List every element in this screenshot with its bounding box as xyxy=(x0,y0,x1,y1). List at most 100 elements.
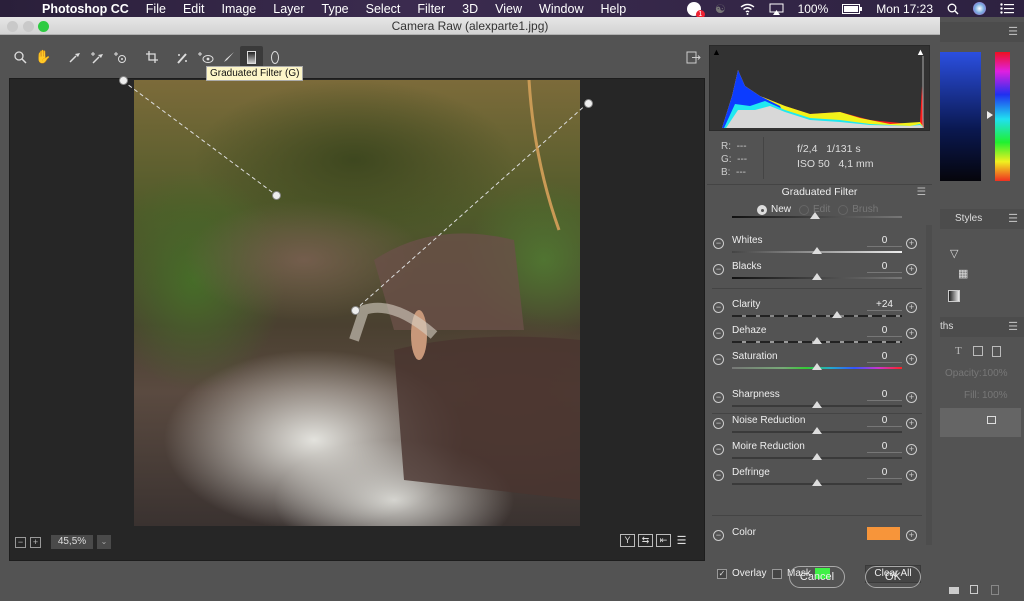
clarity-increase-icon[interactable]: + xyxy=(906,302,917,313)
tab-styles[interactable]: Styles xyxy=(955,213,982,224)
panel-menu-icon[interactable]: ☰ xyxy=(1008,212,1018,225)
color-swatch[interactable] xyxy=(867,527,900,540)
panel-menu-icon[interactable]: ☰ xyxy=(1008,320,1018,333)
defringe-increase-icon[interactable]: + xyxy=(906,470,917,481)
hue-slider[interactable] xyxy=(995,52,1010,181)
spot-removal-tool-icon[interactable] xyxy=(171,46,194,68)
noise-reduction-decrease-icon[interactable]: − xyxy=(713,418,724,429)
mask-checkbox[interactable] xyxy=(772,569,782,579)
zoom-dropdown-chevron-icon[interactable]: ⌄ xyxy=(97,535,111,549)
partial-slider-thumb[interactable] xyxy=(810,212,820,219)
clarity-slider-track[interactable] xyxy=(732,315,902,317)
clarity-decrease-icon[interactable]: − xyxy=(713,302,724,313)
filter-center-handle[interactable] xyxy=(272,191,281,200)
new-group-icon[interactable] xyxy=(949,587,959,594)
smart-object-filter-icon[interactable] xyxy=(992,346,1001,357)
battery-icon[interactable] xyxy=(842,3,863,14)
zoom-out-button[interactable]: − xyxy=(15,536,26,548)
dehaze-decrease-icon[interactable]: − xyxy=(713,328,724,339)
color-sampler-tool-icon[interactable] xyxy=(86,46,109,68)
noise-reduction-increase-icon[interactable]: + xyxy=(906,418,917,429)
siri-icon[interactable] xyxy=(973,2,986,15)
type-layer-filter-icon[interactable]: T xyxy=(955,345,962,357)
dehaze-value-field[interactable]: 0 xyxy=(867,325,902,337)
before-after-toggle-button[interactable]: Y xyxy=(620,534,635,547)
tab-paths[interactable]: ths xyxy=(940,321,953,332)
color-picker-field[interactable] xyxy=(940,52,981,181)
swap-settings-button[interactable]: ⇆ xyxy=(638,534,653,547)
panel-menu-icon[interactable]: ☰ xyxy=(1008,25,1018,38)
noise-reduction-value-field[interactable]: 0 xyxy=(867,415,902,427)
preview-preferences-icon[interactable]: ☰ xyxy=(674,534,689,547)
saturation-increase-icon[interactable]: + xyxy=(906,354,917,365)
clock[interactable]: Mon 17:23 xyxy=(876,2,933,16)
menu-app-name[interactable]: Photoshop CC xyxy=(42,2,129,16)
radial-filter-tool-icon[interactable] xyxy=(263,46,286,68)
sharpness-decrease-icon[interactable]: − xyxy=(713,392,724,403)
hand-tool-icon[interactable]: ✋ xyxy=(32,46,55,68)
moire-reduction-increase-icon[interactable]: + xyxy=(906,444,917,455)
menu-window[interactable]: Window xyxy=(539,2,583,16)
airplay-icon[interactable] xyxy=(769,3,784,15)
zoom-level[interactable]: 45,5% xyxy=(51,535,93,549)
notification-app-icon[interactable]: 1 xyxy=(686,1,705,19)
filter-start-handle[interactable] xyxy=(119,76,128,85)
cancel-button[interactable]: Cancel xyxy=(789,566,845,588)
defringe-decrease-icon[interactable]: − xyxy=(713,470,724,481)
whites-increase-icon[interactable]: + xyxy=(906,238,917,249)
color-decrease-icon[interactable]: − xyxy=(713,530,724,541)
defringe-value-field[interactable]: 0 xyxy=(867,467,902,479)
menu-image[interactable]: Image xyxy=(222,2,257,16)
noise-reduction-slider-thumb[interactable] xyxy=(812,427,822,434)
minimize-window-button[interactable] xyxy=(23,21,34,32)
layer-row[interactable] xyxy=(940,408,1021,437)
white-balance-tool-icon[interactable] xyxy=(63,46,86,68)
menu-layer[interactable]: Layer xyxy=(273,2,304,16)
open-preferences-icon[interactable] xyxy=(682,46,705,68)
opacity-value[interactable]: 100% xyxy=(982,368,1008,379)
overlay-checkbox[interactable]: ✓ xyxy=(717,569,727,579)
adjustment-brush-tool-icon[interactable] xyxy=(217,46,240,68)
defringe-slider-thumb[interactable] xyxy=(812,479,822,486)
dehaze-slider-thumb[interactable] xyxy=(812,337,822,344)
zoom-tool-icon[interactable] xyxy=(9,46,32,68)
menu-view[interactable]: View xyxy=(495,2,522,16)
moire-reduction-slider-thumb[interactable] xyxy=(812,453,822,460)
clarity-value-field[interactable]: +24 xyxy=(867,299,902,311)
filter-pivot-handle[interactable] xyxy=(351,306,360,315)
photo-preview[interactable] xyxy=(134,80,580,526)
blacks-value-field[interactable]: 0 xyxy=(867,261,902,273)
gradient-icon[interactable] xyxy=(948,290,960,302)
whites-slider-thumb[interactable] xyxy=(812,247,822,254)
spotlight-search-icon[interactable] xyxy=(947,3,959,15)
triangle-shape-icon[interactable]: ▽ xyxy=(950,247,958,260)
menu-3d[interactable]: 3D xyxy=(462,2,478,16)
dehaze-increase-icon[interactable]: + xyxy=(906,328,917,339)
fill-value[interactable]: 100% xyxy=(982,390,1008,401)
saturation-slider-thumb[interactable] xyxy=(812,363,822,370)
color-increase-icon[interactable]: + xyxy=(906,530,917,541)
menu-filter[interactable]: Filter xyxy=(417,2,445,16)
whites-decrease-icon[interactable]: − xyxy=(713,238,724,249)
menu-type[interactable]: Type xyxy=(322,2,349,16)
menu-help[interactable]: Help xyxy=(601,2,627,16)
image-preview-area[interactable] xyxy=(9,76,705,561)
blacks-increase-icon[interactable]: + xyxy=(906,264,917,275)
menu-file[interactable]: File xyxy=(146,2,166,16)
moire-reduction-value-field[interactable]: 0 xyxy=(867,441,902,453)
graduated-filter-tool-icon[interactable] xyxy=(240,46,263,68)
close-window-button[interactable] xyxy=(7,21,18,32)
new-layer-icon[interactable] xyxy=(970,585,978,594)
sharpness-value-field[interactable]: 0 xyxy=(867,389,902,401)
hue-slider-pointer[interactable] xyxy=(987,111,993,119)
sharpness-increase-icon[interactable]: + xyxy=(906,392,917,403)
sharpness-slider-thumb[interactable] xyxy=(812,401,822,408)
red-eye-tool-icon[interactable] xyxy=(194,46,217,68)
overlay-label[interactable]: Overlay xyxy=(732,568,766,579)
panel-scrollbar[interactable] xyxy=(926,225,932,545)
notification-center-icon[interactable] xyxy=(1000,3,1014,14)
filter-end-handle[interactable] xyxy=(584,99,593,108)
crop-tool-icon[interactable] xyxy=(140,46,163,68)
blacks-slider-thumb[interactable] xyxy=(812,273,822,280)
moire-reduction-decrease-icon[interactable]: − xyxy=(713,444,724,455)
